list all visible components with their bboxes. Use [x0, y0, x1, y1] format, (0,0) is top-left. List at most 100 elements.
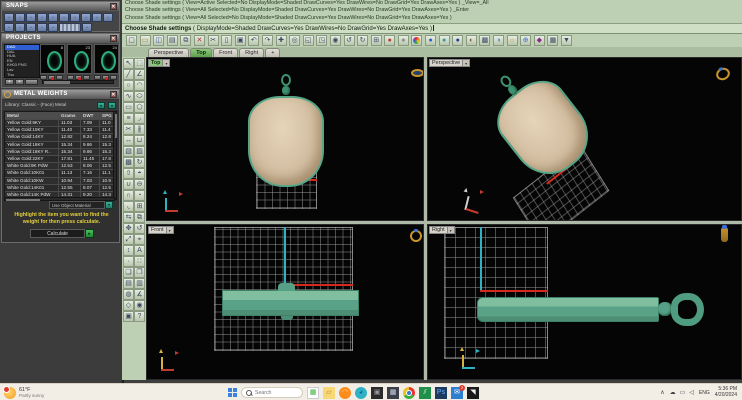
- render-navy-button[interactable]: ●: [452, 35, 463, 46]
- ellipse-button[interactable]: ⬭: [134, 91, 145, 102]
- taskbar-clock[interactable]: 5:36 PM 4/20/2024: [715, 387, 740, 399]
- surface-button[interactable]: ▧: [123, 146, 134, 157]
- layer-button[interactable]: ▤: [123, 278, 134, 289]
- weather-widget[interactable]: 61°F Partly sunny: [0, 387, 64, 399]
- tray-chevron-icon[interactable]: ∧: [660, 389, 664, 396]
- volume-icon[interactable]: ◁: [689, 389, 694, 396]
- perp-snap-button[interactable]: ◦: [70, 13, 80, 22]
- select-window-button[interactable]: ⬚: [134, 58, 145, 69]
- tab-new[interactable]: +: [265, 48, 280, 57]
- transform-button[interactable]: ◇: [123, 300, 134, 311]
- material-dropdown[interactable]: Use Object Material ▾: [49, 201, 113, 209]
- scale-object-button[interactable]: ⤢: [123, 234, 134, 245]
- project-snap-button[interactable]: ◦: [15, 23, 25, 32]
- text-button[interactable]: A: [134, 245, 145, 256]
- array-button[interactable]: ⊞: [134, 201, 145, 212]
- viewport-top[interactable]: Top ▾: [146, 57, 424, 221]
- sweep-button[interactable]: ▩: [123, 157, 134, 168]
- chevron-down-icon[interactable]: ▾: [163, 59, 170, 67]
- sun-button[interactable]: ☼: [507, 35, 518, 46]
- table-row[interactable]: White Gold:9K PdW12.538.0612.5: [5, 163, 116, 170]
- loft-button[interactable]: ▨: [134, 146, 145, 157]
- table-row[interactable]: Yellow Gold:10KY11.407.3311.4: [5, 127, 116, 134]
- end-snap-button[interactable]: ◦: [4, 13, 14, 22]
- move-object-button[interactable]: ✥: [123, 223, 134, 234]
- project-add-button[interactable]: +: [5, 79, 14, 85]
- tab-right[interactable]: Right: [239, 48, 264, 57]
- group-button[interactable]: ❏: [123, 267, 134, 278]
- orient-button[interactable]: ⌖: [134, 234, 145, 245]
- monitor-icon[interactable]: ▭: [680, 389, 686, 396]
- project-thumbnail[interactable]: 24: [94, 44, 119, 74]
- tab-front[interactable]: Front: [213, 48, 238, 57]
- disable-snap-button[interactable]: ◦: [26, 23, 36, 32]
- record-history-button[interactable]: ◆: [534, 35, 545, 46]
- tan-snap-button[interactable]: ◦: [81, 13, 91, 22]
- start-button[interactable]: [228, 388, 237, 397]
- photoshop-button[interactable]: Ps: [435, 387, 447, 399]
- matrix-app-button[interactable]: ⫽: [419, 387, 431, 399]
- rectangle-button[interactable]: ▭: [123, 102, 134, 113]
- undo-view-button[interactable]: ↺: [344, 35, 355, 46]
- command-prompt[interactable]: Choose Shade settings ( DisplayMode=Shad…: [122, 23, 742, 33]
- analyze-button[interactable]: ∡: [134, 289, 145, 300]
- arc-button[interactable]: ◠: [134, 80, 145, 91]
- smarttrack-snap-button[interactable]: [59, 23, 81, 32]
- display-gray-button[interactable]: ●: [398, 35, 409, 46]
- edge-button[interactable]: ◕: [355, 387, 367, 399]
- calculate-button[interactable]: Calculate: [30, 229, 85, 238]
- table-row[interactable]: Yellow Gold:14KY12.828.2412.8: [5, 134, 116, 141]
- table-row[interactable]: Yellow Gold:22KY17.8111.4517.8: [5, 156, 116, 163]
- close-icon[interactable]: ✕: [110, 35, 117, 42]
- join-button[interactable]: ⊔: [134, 135, 145, 146]
- copy-to-clipboard-button[interactable]: ⧉: [180, 35, 191, 46]
- cloud-icon[interactable]: ☁: [670, 389, 676, 396]
- vertex-snap-button[interactable]: ◦: [4, 23, 14, 32]
- chevron-down-icon[interactable]: ▾: [463, 59, 470, 67]
- table-vscrollbar[interactable]: [113, 111, 117, 199]
- texture-button[interactable]: ▩: [479, 35, 490, 46]
- viewport-right-label[interactable]: Right ▾: [429, 226, 455, 234]
- table-row[interactable]: Yellow Gold:18KY R..15.349.8615.3: [5, 149, 116, 156]
- ungroup-button[interactable]: ❐: [134, 267, 145, 278]
- table-row[interactable]: White Gold:10KW10.947.0310.9: [5, 178, 116, 185]
- point-button[interactable]: ·: [123, 256, 134, 267]
- table-hscrollbar[interactable]: [4, 197, 115, 201]
- close-icon[interactable]: ✕: [110, 3, 117, 10]
- knot-snap-button[interactable]: ◦: [103, 13, 113, 22]
- dark-app-button[interactable]: ▣: [371, 387, 383, 399]
- zoom-dynamic-button[interactable]: ◎: [289, 35, 300, 46]
- points-grid-button[interactable]: ∷: [134, 256, 145, 267]
- viewport-perspective-label[interactable]: Perspective ▾: [429, 59, 470, 67]
- pan-button[interactable]: ✚: [276, 35, 287, 46]
- render-blue-button[interactable]: ●: [425, 35, 436, 46]
- table-row[interactable]: White Gold:10K0111.137.1611.1: [5, 170, 116, 177]
- project-add2-button[interactable]: +: [15, 79, 24, 85]
- quad-snap-button[interactable]: ◦: [92, 13, 102, 22]
- set-view-button[interactable]: ⊞: [371, 35, 382, 46]
- point-snap-button[interactable]: ◦: [26, 13, 36, 22]
- shell-button[interactable]: ◔: [134, 190, 145, 201]
- zoom-selected-button[interactable]: ◉: [330, 35, 341, 46]
- offset-curve-button[interactable]: ≡: [123, 113, 134, 124]
- gumball-button[interactable]: ⊕: [520, 35, 531, 46]
- close-icon[interactable]: ✕: [110, 91, 117, 98]
- rotate-view-button[interactable]: ↻: [357, 35, 368, 46]
- dimension-button[interactable]: ↕: [123, 245, 134, 256]
- table-row[interactable]: Yellow Gold:18KY15.349.8615.3: [5, 142, 116, 149]
- display-red-button[interactable]: ●: [384, 35, 395, 46]
- polygon-button[interactable]: ⬠: [134, 102, 145, 113]
- calculator-button[interactable]: ▦: [387, 387, 399, 399]
- redo-button[interactable]: ↷: [262, 35, 273, 46]
- circle-button[interactable]: ○: [123, 80, 134, 91]
- boolean-difference-button[interactable]: ⊖: [134, 179, 145, 190]
- environment-button[interactable]: ◑: [493, 35, 504, 46]
- rotate-object-button[interactable]: ↺: [134, 223, 145, 234]
- color-wheel-button[interactable]: [411, 35, 422, 46]
- undo-button[interactable]: ↶: [248, 35, 259, 46]
- photos-app-button[interactable]: ▦: [307, 387, 319, 399]
- new-file-button[interactable]: ▢: [126, 35, 137, 46]
- rhino-button[interactable]: ◥: [467, 387, 479, 399]
- zoom-extents-button[interactable]: ◳: [316, 35, 327, 46]
- chrome-button[interactable]: [403, 387, 415, 399]
